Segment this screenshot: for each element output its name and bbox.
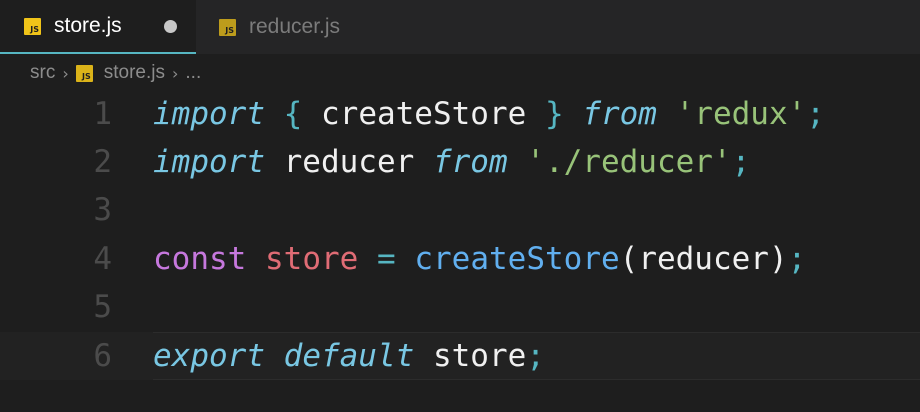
code-token: ; <box>806 96 825 132</box>
tab-store-js[interactable]: JS store.js <box>0 0 196 54</box>
code-token: ; <box>526 338 545 374</box>
tab-reducer-js[interactable]: JS reducer.js <box>200 0 370 54</box>
code-line[interactable]: 2 import reducer from './reducer'; <box>0 138 920 186</box>
code-token: (reducer) <box>619 241 788 277</box>
code-token: export <box>153 338 265 374</box>
code-text[interactable]: const store = createStore (reducer); <box>153 235 920 283</box>
code-token: store <box>414 338 527 374</box>
code-token: store <box>265 241 359 277</box>
breadcrumb: src › JS store.js › ... <box>0 56 920 90</box>
line-number: 6 <box>93 338 112 374</box>
line-number: 4 <box>93 241 112 277</box>
breadcrumb-folder[interactable]: src <box>30 62 55 84</box>
code-token: reducer <box>264 144 433 180</box>
breadcrumb-file[interactable]: store.js <box>104 62 165 84</box>
code-text[interactable]: import reducer from './reducer'; <box>153 138 920 186</box>
tab-label: reducer.js <box>249 15 341 38</box>
code-token: 'redux' <box>675 96 807 132</box>
code-token: createStore <box>414 241 620 277</box>
breadcrumb-more[interactable]: ... <box>185 62 201 84</box>
code-token: const <box>153 241 247 277</box>
chevron-right-icon: › <box>171 63 179 83</box>
code-text[interactable]: export default store; <box>153 332 920 380</box>
code-token: from <box>582 96 657 132</box>
code-token: default <box>283 338 415 374</box>
unsaved-dot-icon[interactable] <box>164 20 177 33</box>
js-file-icon: JS <box>75 64 93 82</box>
line-number: 3 <box>93 192 112 228</box>
code-token: './reducer' <box>526 144 732 180</box>
code-line[interactable]: 3 <box>0 186 920 234</box>
chevron-right-icon: › <box>62 63 69 83</box>
code-token: ; <box>731 144 751 180</box>
code-editor[interactable]: 1 import { createStore } from 'redux'; 2… <box>0 90 920 412</box>
code-text[interactable] <box>153 186 920 234</box>
code-token: import <box>153 96 265 132</box>
code-text[interactable]: import { createStore } from 'redux'; <box>153 90 920 138</box>
line-number: 5 <box>93 289 112 325</box>
code-token: ; <box>787 241 807 277</box>
code-token: from <box>432 144 508 180</box>
code-token: { <box>283 96 303 132</box>
tab-bar: JS store.js JS reducer.js <box>0 0 920 54</box>
line-number: 1 <box>93 96 112 132</box>
code-line[interactable]: 5 <box>0 283 920 331</box>
code-token: } <box>544 96 564 132</box>
code-token: = <box>377 241 396 277</box>
code-line[interactable]: 4 const store = createStore (reducer); <box>0 235 920 283</box>
code-text[interactable] <box>153 283 920 331</box>
code-line-current[interactable]: 6 export default store; <box>0 332 920 380</box>
code-token: import <box>153 144 265 180</box>
line-number: 2 <box>93 144 112 180</box>
js-file-icon: JS <box>24 17 41 35</box>
code-line[interactable]: 1 import { createStore } from 'redux'; <box>0 90 920 138</box>
js-file-icon: JS <box>219 18 236 36</box>
tab-label: store.js <box>54 14 122 37</box>
code-token: createStore <box>302 96 545 132</box>
